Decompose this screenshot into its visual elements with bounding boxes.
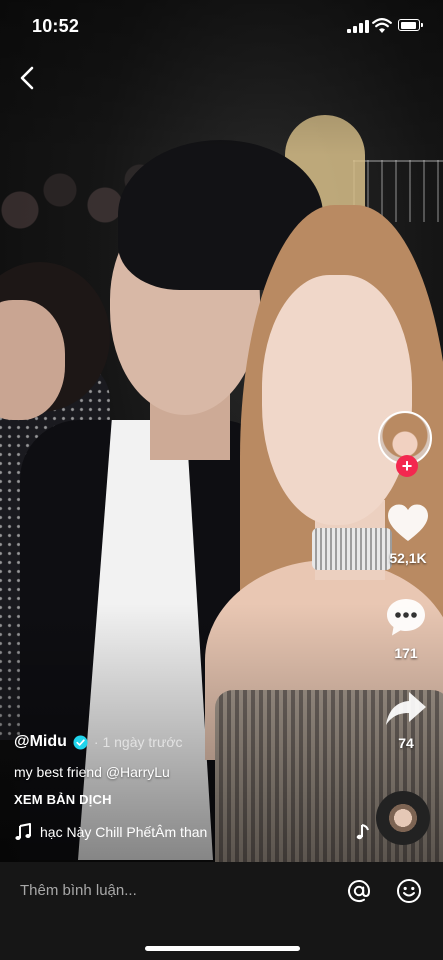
status-bar: 10:52 <box>0 0 443 54</box>
author-row: @Midu · 1 ngày trước <box>14 732 374 752</box>
see-translation-button[interactable]: XEM BẢN DỊCH <box>14 792 374 807</box>
like-count: 52,1K <box>389 550 427 566</box>
comment-button[interactable]: 171 <box>376 596 436 661</box>
smiley-icon[interactable] <box>396 878 422 904</box>
video-description: my best friend @HarryLu <box>14 764 374 780</box>
music-title[interactable]: hạc Này Chill PhếtÂm than <box>40 824 265 840</box>
mention-link[interactable]: @HarryLu <box>106 764 170 780</box>
tiktok-video-screen: 10:52 + 52,1K 171 74 @Midu · 1 ngày trướ… <box>0 0 443 960</box>
heart-icon[interactable] <box>386 503 430 543</box>
music-note-icon <box>356 824 369 840</box>
cellular-signal-icon <box>347 20 369 33</box>
posted-time: · 1 ngày trước <box>93 734 183 750</box>
music-note-icon <box>15 823 31 840</box>
battery-level <box>400 21 416 29</box>
at-sign-icon[interactable] <box>346 878 372 904</box>
verified-badge-icon <box>73 734 88 750</box>
share-button[interactable]: 74 <box>376 690 436 751</box>
description-text: my best friend <box>14 764 106 780</box>
comment-input[interactable] <box>20 878 320 902</box>
comment-count: 171 <box>394 645 418 661</box>
battery-icon <box>398 19 423 31</box>
speech-bubble-icon[interactable] <box>384 596 428 638</box>
music-disc-button[interactable] <box>376 791 430 845</box>
comment-bar <box>0 862 443 960</box>
author-username[interactable]: @Midu <box>14 733 67 751</box>
home-indicator <box>145 946 300 951</box>
like-button[interactable]: 52,1K <box>378 503 438 566</box>
creator-avatar-button[interactable]: + <box>378 411 436 477</box>
music-row[interactable]: hạc Này Chill PhếtÂm than <box>14 821 374 843</box>
video-caption: @Midu · 1 ngày trước my best friend @Har… <box>14 732 374 807</box>
plus-icon[interactable]: + <box>396 455 418 477</box>
share-count: 74 <box>398 735 414 751</box>
share-arrow-icon[interactable] <box>384 690 428 728</box>
wifi-icon <box>372 18 392 33</box>
chevron-left-icon[interactable] <box>14 64 42 92</box>
status-time: 10:52 <box>32 16 80 36</box>
